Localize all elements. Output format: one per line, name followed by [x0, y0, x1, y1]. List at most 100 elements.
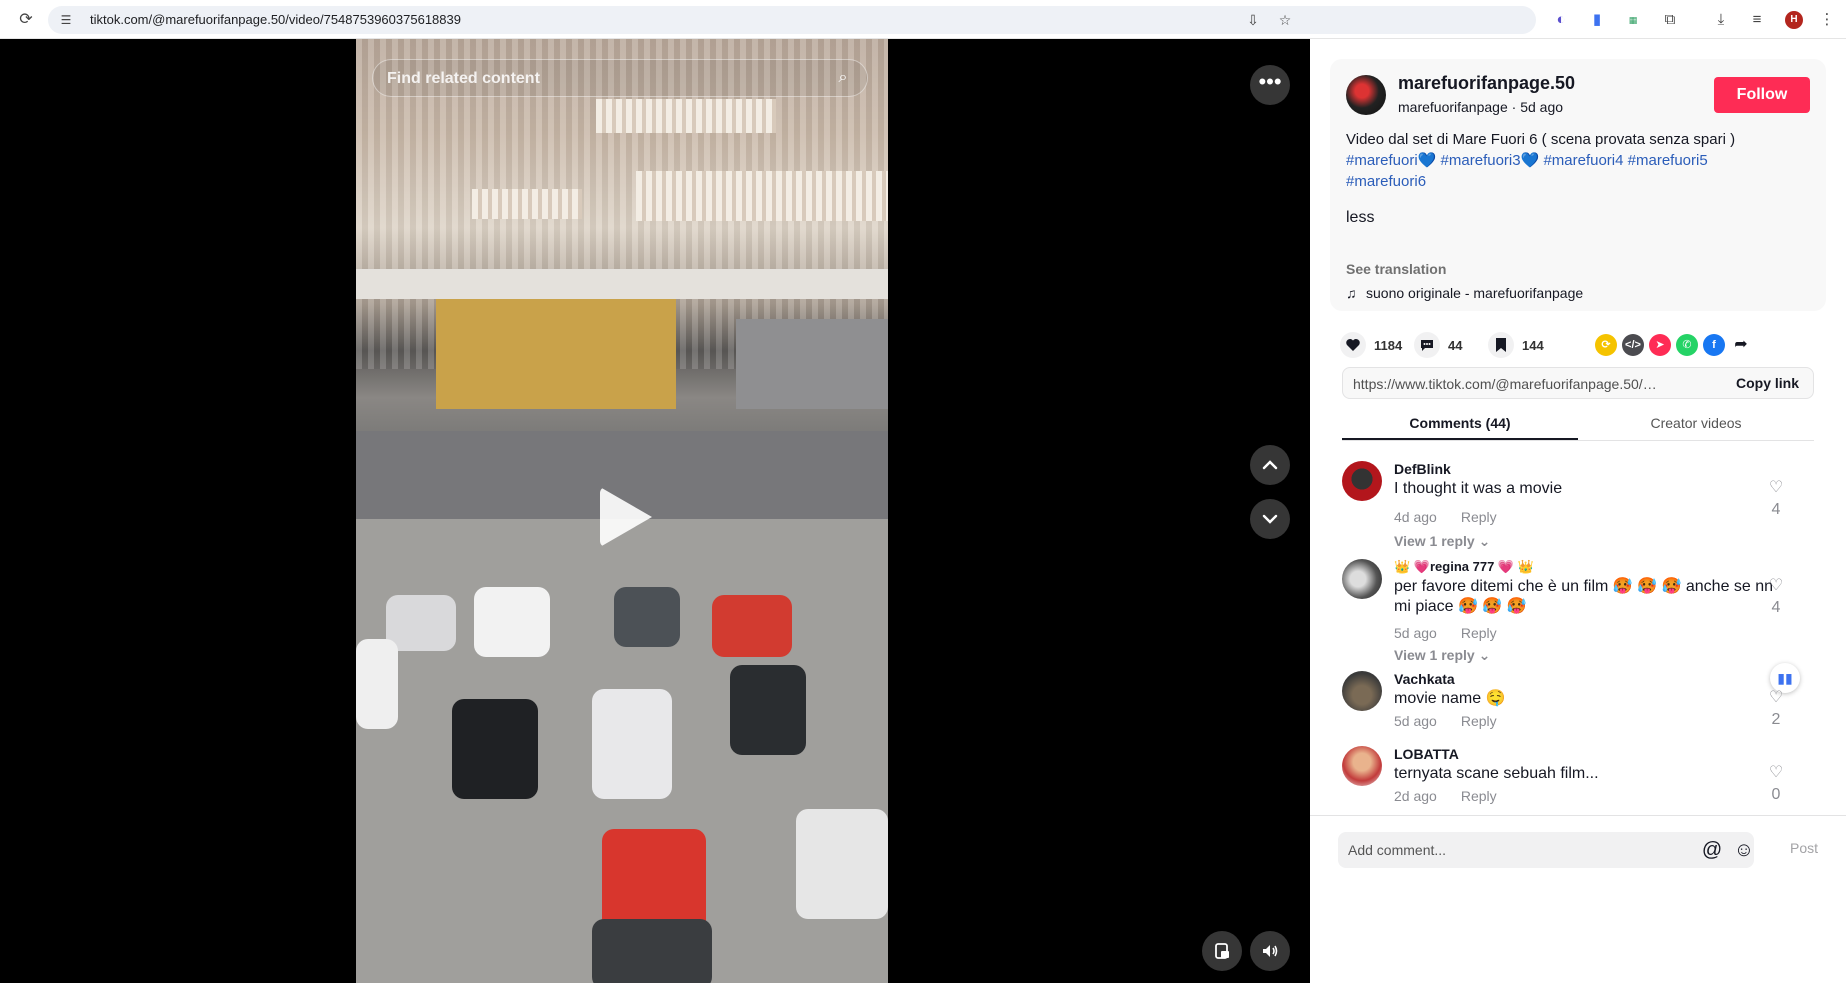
comment-meta: 4d ago Reply: [1394, 509, 1497, 525]
commenter-name[interactable]: 👑 💗regina 777 💗 👑: [1394, 559, 1534, 575]
comment-button[interactable]: 44: [1414, 331, 1462, 359]
view-replies-link[interactable]: View 1 reply ⌄: [1394, 533, 1490, 550]
video-scene-car: [712, 595, 792, 657]
tab-creator-videos[interactable]: Creator videos: [1578, 415, 1814, 431]
hashtag-link[interactable]: #marefuori3💙: [1441, 152, 1540, 169]
next-video-button[interactable]: [1250, 499, 1290, 539]
follow-button[interactable]: Follow: [1714, 77, 1810, 113]
video-frame[interactable]: Find related content ⌕: [356, 39, 888, 983]
reply-button[interactable]: Reply: [1461, 788, 1497, 804]
extensions-puzzle-icon[interactable]: ⧉: [1659, 9, 1681, 31]
video-details-panel: marefuorifanpage.50 marefuorifanpage · 5…: [1310, 39, 1846, 983]
play-icon[interactable]: [600, 487, 652, 547]
comment-like-icon[interactable]: ♡: [1766, 687, 1786, 707]
find-related-placeholder: Find related content: [387, 70, 540, 87]
hashtag-link[interactable]: #marefuori5: [1628, 152, 1708, 169]
volume-button[interactable]: [1250, 931, 1290, 971]
browser-menu-icon[interactable]: ⋮: [1816, 9, 1838, 31]
extension-icon-2[interactable]: ▮: [1586, 9, 1608, 31]
comment-text: I thought it was a movie: [1394, 480, 1563, 497]
engagement-bar: 1184 44 144 ⟳ </> ➤ ✆ f ➦: [1340, 331, 1820, 359]
video-scene-awning: [472, 189, 582, 219]
extension-icon-3[interactable]: ▦: [1622, 9, 1644, 31]
commenter-avatar[interactable]: [1342, 671, 1382, 711]
send-to-friends-icon[interactable]: ➤: [1649, 334, 1671, 356]
chevron-up-icon: [1262, 460, 1278, 470]
video-scene-car: [614, 587, 680, 647]
reload-icon[interactable]: ⟳: [16, 10, 36, 30]
mention-icon[interactable]: @: [1700, 838, 1724, 862]
embed-code-icon[interactable]: </>: [1622, 334, 1644, 356]
download-icon[interactable]: ⤓: [1710, 9, 1732, 31]
video-scene-car: [592, 689, 672, 799]
more-options-button[interactable]: •••: [1250, 65, 1290, 105]
commenter-avatar[interactable]: [1342, 559, 1382, 599]
save-button[interactable]: 144: [1488, 331, 1544, 359]
share-link-text[interactable]: https://www.tiktok.com/@marefuorifanpage…: [1353, 376, 1663, 392]
commenter-avatar[interactable]: [1342, 461, 1382, 501]
hashtag-link[interactable]: #marefuori💙: [1346, 152, 1436, 169]
address-bar[interactable]: ☰ tiktok.com/@marefuorifanpage.50/video/…: [48, 6, 1536, 34]
search-icon[interactable]: ⌕: [833, 68, 853, 88]
picture-in-picture-button[interactable]: [1202, 931, 1242, 971]
author-avatar[interactable]: [1346, 75, 1386, 115]
reply-button[interactable]: Reply: [1461, 509, 1497, 525]
post-button[interactable]: Post: [1790, 840, 1818, 856]
comment-like-count: 4: [1771, 501, 1781, 518]
copy-link-button[interactable]: Copy link: [1736, 375, 1799, 391]
comment-time: 4d ago: [1394, 509, 1437, 525]
whatsapp-icon[interactable]: ✆: [1676, 334, 1698, 356]
tab-comments[interactable]: Comments (44): [1342, 415, 1578, 431]
share-arrow-icon[interactable]: ➦: [1730, 334, 1752, 356]
commenter-name[interactable]: LOBATTA: [1394, 746, 1459, 762]
chevron-down-icon: [1262, 514, 1278, 524]
extension-icon-1[interactable]: ◐: [1550, 9, 1572, 31]
music-title: suono originale - marefuorifanpage: [1366, 285, 1584, 301]
comment-text: per favore ditemi che è un film 🥵 🥵 🥵 an…: [1394, 578, 1774, 615]
find-related-search[interactable]: Find related content ⌕: [372, 59, 868, 97]
repost-icon[interactable]: ⟳: [1595, 334, 1617, 356]
like-button[interactable]: 1184: [1340, 331, 1402, 359]
post-time: 5d ago: [1520, 99, 1564, 115]
comment-like-icon[interactable]: ♡: [1766, 762, 1786, 782]
comment-composer: @ ☺ Post: [1310, 815, 1846, 983]
commenter-name[interactable]: Vachkata: [1394, 671, 1455, 687]
speaker-icon: [1263, 945, 1278, 957]
panel-tabs: Comments (44) Creator videos: [1342, 405, 1814, 441]
comment-time: 5d ago: [1394, 713, 1437, 729]
comment-like-icon[interactable]: ♡: [1766, 575, 1786, 595]
author-handle[interactable]: marefuorifanpage: [1398, 99, 1508, 115]
site-info-icon[interactable]: ☰: [58, 12, 74, 28]
author-display-name[interactable]: marefuorifanpage.50: [1398, 73, 1575, 94]
hashtag-link[interactable]: #marefuori6: [1346, 173, 1426, 190]
hashtag-link[interactable]: #marefuori4: [1543, 152, 1623, 169]
less-toggle[interactable]: less: [1346, 209, 1374, 227]
video-description: Video dal set di Mare Fuori 6 ( scena pr…: [1346, 129, 1810, 192]
bookmark-star-icon[interactable]: ☆: [1276, 11, 1294, 29]
reply-button[interactable]: Reply: [1461, 713, 1497, 729]
comment-like-icon[interactable]: ♡: [1766, 477, 1786, 497]
view-replies-link[interactable]: View 1 reply ⌄: [1394, 647, 1490, 664]
active-tab-indicator: [1342, 438, 1578, 440]
url-text[interactable]: tiktok.com/@marefuorifanpage.50/video/75…: [90, 12, 461, 27]
profile-avatar[interactable]: H: [1785, 11, 1803, 29]
previous-video-button[interactable]: [1250, 445, 1290, 485]
like-count: 1184: [1374, 337, 1403, 353]
video-scene-car: [592, 919, 712, 983]
see-translation-link[interactable]: See translation: [1346, 261, 1446, 277]
comment-time: 2d ago: [1394, 788, 1437, 804]
video-scene-car: [386, 595, 456, 651]
comment-like-count: 0: [1771, 786, 1781, 803]
author-subline: marefuorifanpage · 5d ago: [1398, 99, 1563, 115]
video-scene-shop: [436, 299, 676, 409]
facebook-icon[interactable]: f: [1703, 334, 1725, 356]
video-scene-awning: [596, 99, 776, 133]
reply-button[interactable]: Reply: [1461, 625, 1497, 641]
emoji-icon[interactable]: ☺: [1732, 838, 1756, 862]
commenter-name[interactable]: DefBlink: [1394, 461, 1451, 477]
music-link[interactable]: ♫ suono originale - marefuorifanpage: [1346, 285, 1583, 301]
install-app-icon[interactable]: ⇩: [1244, 11, 1262, 29]
add-comment-input[interactable]: [1338, 832, 1754, 868]
commenter-avatar[interactable]: [1342, 746, 1382, 786]
reading-list-icon[interactable]: ≡: [1746, 9, 1768, 31]
